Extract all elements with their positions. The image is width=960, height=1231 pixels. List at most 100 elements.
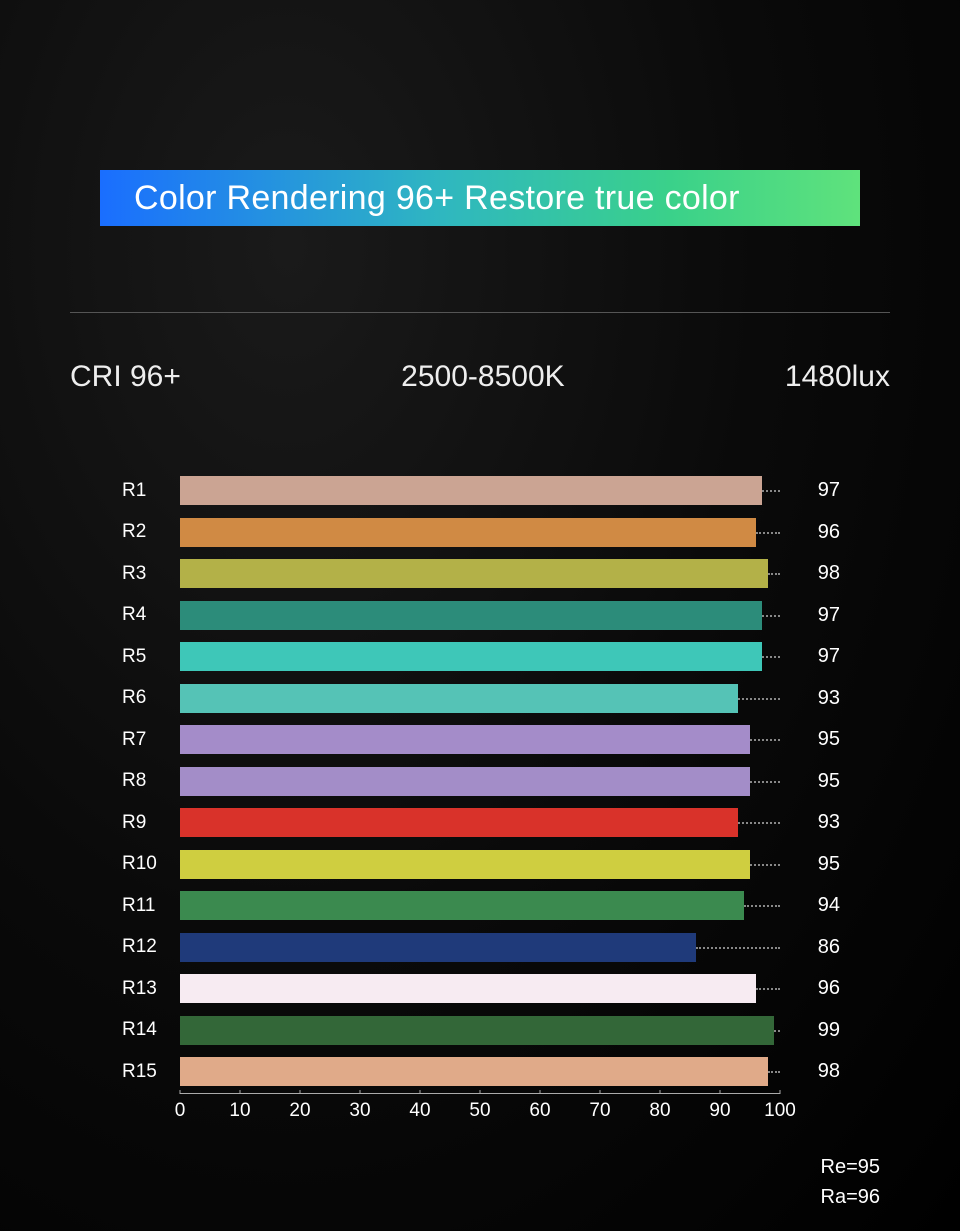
bar-track [180, 470, 780, 512]
bar-label: R7 [120, 729, 180, 751]
spec-cct: 2500-8500K [401, 360, 564, 394]
bar-row: R6 93 [120, 678, 880, 720]
footer-stats: Re=95 Ra=96 [821, 1152, 881, 1212]
bar-label: R12 [120, 936, 180, 958]
bar-value: 97 [780, 479, 840, 502]
bar-fill [180, 933, 696, 962]
bar-fill [180, 476, 762, 505]
bar-row: R1 97 [120, 470, 880, 512]
bar-fill [180, 891, 744, 920]
bar-row: R1194 [120, 885, 880, 927]
tick-mark [660, 1090, 661, 1094]
bar-fill [180, 684, 738, 713]
tick-label: 60 [529, 1100, 550, 1122]
bar-leader [738, 698, 780, 700]
bar-track [180, 595, 780, 637]
bar-track [180, 512, 780, 554]
bar-track [180, 1051, 780, 1093]
bar-row: R8 95 [120, 761, 880, 803]
stat-ra: Ra=96 [821, 1182, 881, 1212]
bar-value: 98 [780, 562, 840, 585]
bar-fill [180, 518, 756, 547]
bar-row: R5 97 [120, 636, 880, 678]
bar-row: R1598 [120, 1051, 880, 1093]
bar-label: R1 [120, 480, 180, 502]
tick-mark [420, 1090, 421, 1094]
bar-row: R1396 [120, 968, 880, 1010]
bar-value: 96 [780, 521, 840, 544]
tick-mark [300, 1090, 301, 1094]
bar-label: R8 [120, 770, 180, 792]
specs-row: CRI 96+ 2500-8500K 1480lux [70, 360, 890, 394]
bar-track [180, 761, 780, 803]
bar-leader [768, 573, 780, 575]
bar-row: R1095 [120, 844, 880, 886]
bar-value: 93 [780, 811, 840, 834]
cri-bar-chart: R197R296R398R497R597R693R795R895R993R109… [120, 470, 880, 1124]
bar-label: R6 [120, 687, 180, 709]
bar-fill [180, 725, 750, 754]
bar-label: R5 [120, 646, 180, 668]
bar-track [180, 802, 780, 844]
bar-leader [738, 822, 780, 824]
bar-track [180, 927, 780, 969]
divider-line [70, 312, 890, 313]
tick-mark [480, 1090, 481, 1094]
tick-label: 10 [229, 1100, 250, 1122]
bar-row: R2 96 [120, 512, 880, 554]
tick-label: 50 [469, 1100, 490, 1122]
bar-leader [762, 656, 780, 658]
bar-leader [750, 781, 780, 783]
tick-label: 80 [649, 1100, 670, 1122]
bar-row: R1286 [120, 927, 880, 969]
bar-label: R10 [120, 853, 180, 875]
tick-label: 90 [709, 1100, 730, 1122]
spec-cri: CRI 96+ [70, 360, 181, 394]
bar-row: R398 [120, 553, 880, 595]
tick-label: 20 [289, 1100, 310, 1122]
bar-fill [180, 559, 768, 588]
tick-label: 0 [175, 1100, 186, 1122]
bar-label: R11 [120, 895, 180, 917]
bar-fill [180, 1057, 768, 1086]
bar-row: R9 93 [120, 802, 880, 844]
bar-label: R2 [120, 521, 180, 543]
bar-fill [180, 974, 756, 1003]
bar-value: 95 [780, 728, 840, 751]
tick-mark [360, 1090, 361, 1094]
bar-value: 97 [780, 645, 840, 668]
bar-value: 93 [780, 687, 840, 710]
bar-label: R14 [120, 1019, 180, 1041]
tick-label: 30 [349, 1100, 370, 1122]
bar-label: R9 [120, 812, 180, 834]
bar-fill [180, 601, 762, 630]
bar-value: 99 [780, 1019, 840, 1042]
bar-fill [180, 1016, 774, 1045]
bar-track [180, 844, 780, 886]
bar-row: R7 95 [120, 719, 880, 761]
bar-track [180, 678, 780, 720]
bar-leader [744, 905, 780, 907]
tick-label: 40 [409, 1100, 430, 1122]
header-block: Color Rendering 96+ Restore true color [100, 170, 860, 226]
bar-track [180, 968, 780, 1010]
stat-re: Re=95 [821, 1152, 881, 1182]
tick-label: 70 [589, 1100, 610, 1122]
bar-row: R14 99 [120, 1010, 880, 1052]
bar-value: 97 [780, 604, 840, 627]
tick-mark [240, 1090, 241, 1094]
bar-fill [180, 767, 750, 796]
bar-value: 96 [780, 977, 840, 1000]
tick-mark [180, 1090, 181, 1094]
title-gradient-bar: Color Rendering 96+ Restore true color [100, 170, 860, 226]
x-axis-ticks: 0102030405060708090100 [180, 1094, 780, 1124]
bar-leader [762, 490, 780, 492]
bar-track [180, 719, 780, 761]
bar-leader [774, 1030, 780, 1032]
tick-mark [720, 1090, 721, 1094]
bar-leader [756, 532, 780, 534]
bar-fill [180, 808, 738, 837]
bar-value: 95 [780, 770, 840, 793]
bar-row: R497 [120, 595, 880, 637]
tick-mark [540, 1090, 541, 1094]
